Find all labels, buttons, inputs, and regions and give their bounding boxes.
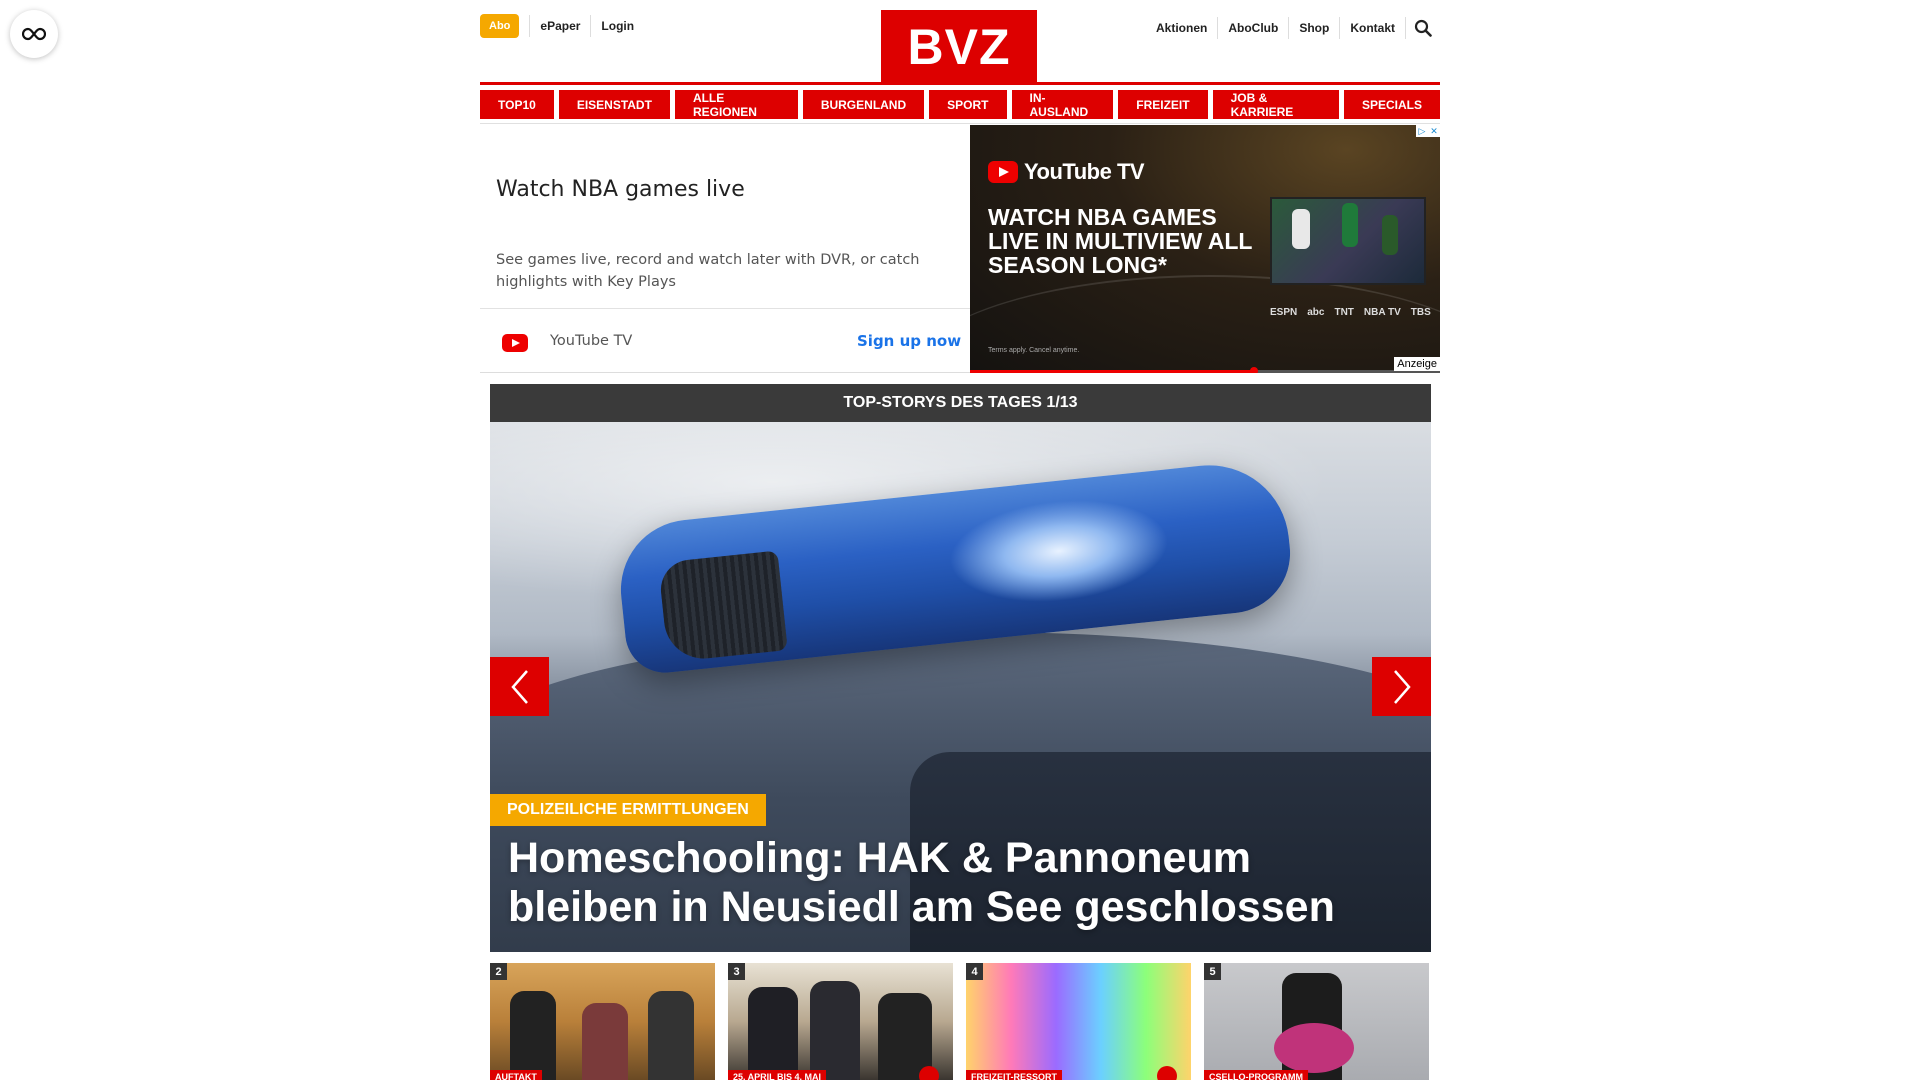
video-progress [970,370,1440,373]
camera-icon [919,1066,939,1080]
ad-title[interactable]: Watch NBA games live [496,177,745,202]
youtube-icon [502,334,528,352]
ad-label: Anzeige [1394,357,1440,371]
banner-headline: WATCH NBA GAMES LIVE IN MULTIVIEW ALL SE… [988,204,1253,278]
stories-header: TOP-STORYS DES TAGES 1/13 [490,384,1431,422]
progress-handle[interactable] [1250,367,1258,373]
main-nav: TOP10 EISENSTADT ALLE REGIONEN BURGENLAN… [480,90,1440,119]
search-button[interactable] [1406,14,1440,42]
network-logo: abc [1307,307,1325,318]
nav-item-in-ausland[interactable]: IN-AUSLAND [1011,90,1114,119]
story-thumb-2[interactable]: 2 AUFTAKT [490,963,715,1080]
story-tag[interactable]: 25. APRIL BIS 4. MAI [728,1070,827,1080]
story-thumb-4[interactable]: 4 FREIZEIT-RESSORT [966,963,1191,1080]
story-tag[interactable]: FREIZEIT-RESSORT [966,1070,1063,1080]
story-number: 2 [490,963,507,980]
hero-category-tag[interactable]: POLIZEILICHE ERMITTLUNGEN [490,794,766,826]
page-wrapper: Abo ePaper Login BVZ Aktionen AboClub Sh… [480,0,1440,1080]
banner-terms: Terms apply. Cancel anytime. [988,347,1080,354]
story-number: 4 [966,963,983,980]
story-tag[interactable]: CSELLO-PROGRAMM [1204,1070,1308,1080]
nav-item-burgenland[interactable]: BURGENLAND [802,90,925,119]
close-icon[interactable]: ✕ [1428,125,1440,137]
shop-link[interactable]: Shop [1289,17,1341,39]
ad-brand: YouTube TV [550,333,633,349]
prev-slide-button[interactable] [490,657,549,716]
nav-item-alle-regionen[interactable]: ALLE REGIONEN [674,90,798,119]
story-thumb-5[interactable]: 5 CSELLO-PROGRAMM [1204,963,1429,1080]
chevron-right-icon [1393,669,1411,704]
network-logo: ESPN [1270,307,1298,318]
ad-banner[interactable]: YouTube TV WATCH NBA GAMES LIVE IN MULTI… [970,125,1440,373]
abo-button[interactable]: Abo [480,14,520,38]
story-number: 3 [728,963,745,980]
search-icon [1414,19,1432,37]
ad-separator [480,308,970,309]
next-slide-button[interactable] [1372,657,1431,716]
aboclub-link[interactable]: AboClub [1218,17,1290,39]
advertisement: Watch NBA games live See games live, rec… [480,125,1440,373]
story-number: 5 [1204,963,1221,980]
youtube-tv-logo: YouTube TV [988,159,1145,185]
camera-icon [1157,1066,1177,1080]
banner-logo-text: YouTube TV [1024,159,1145,184]
aktionen-link[interactable]: Aktionen [1146,17,1219,39]
nav-item-top10[interactable]: TOP10 [480,90,554,119]
court-arc [970,275,1440,373]
basketball-image [1270,197,1426,285]
network-logos: ESPN abc TNT NBA TV TBS [1270,307,1431,318]
kontakt-link[interactable]: Kontakt [1340,17,1406,39]
hero-story[interactable]: POLIZEILICHE ERMITTLUNGEN Homeschooling:… [490,422,1431,952]
login-link[interactable]: Login [591,15,644,37]
chevron-left-icon [510,669,528,704]
top-bar: Abo ePaper Login BVZ Aktionen AboClub Sh… [480,0,1440,85]
infinity-icon [22,27,46,41]
hero-title[interactable]: Homeschooling: HAK & Pannoneum bleiben i… [508,834,1408,932]
network-logo: NBA TV [1363,307,1401,318]
nav-item-eisenstadt[interactable]: EISENSTADT [558,90,670,119]
extension-button[interactable] [10,10,58,58]
story-tag[interactable]: AUFTAKT [490,1070,542,1080]
nav-item-job-karriere[interactable]: JOB & KARRIERE [1212,90,1339,119]
nav-item-specials[interactable]: SPECIALS [1343,90,1440,119]
nav-divider [480,123,1440,124]
story-thumbnails: 2 AUFTAKT 3 25. APRIL BIS 4. MAI 4 FREIZ… [490,963,1431,1080]
top-stories: TOP-STORYS DES TAGES 1/13 POLIZEILICHE E… [490,384,1431,952]
story-thumb-3[interactable]: 3 25. APRIL BIS 4. MAI [728,963,953,1080]
site-logo[interactable]: BVZ [881,10,1037,84]
nav-item-freizeit[interactable]: FREIZEIT [1118,90,1208,119]
youtube-play-icon [988,161,1018,183]
ad-text-panel[interactable]: Watch NBA games live See games live, rec… [480,125,970,373]
top-right-links: Aktionen AboClub Shop Kontakt [1146,14,1440,42]
network-logo: TBS [1410,307,1431,318]
network-logo: TNT [1334,307,1354,318]
epaper-link[interactable]: ePaper [529,15,592,37]
adchoices[interactable]: ▷ ✕ [1416,125,1440,137]
header-divider [480,82,1440,85]
nav-item-sport[interactable]: SPORT [929,90,1007,119]
top-left-links: Abo ePaper Login [480,14,644,38]
adchoices-icon[interactable]: ▷ [1416,125,1428,137]
sign-up-button[interactable]: Sign up now [857,332,961,350]
ad-description: See games live, record and watch later w… [496,252,920,290]
